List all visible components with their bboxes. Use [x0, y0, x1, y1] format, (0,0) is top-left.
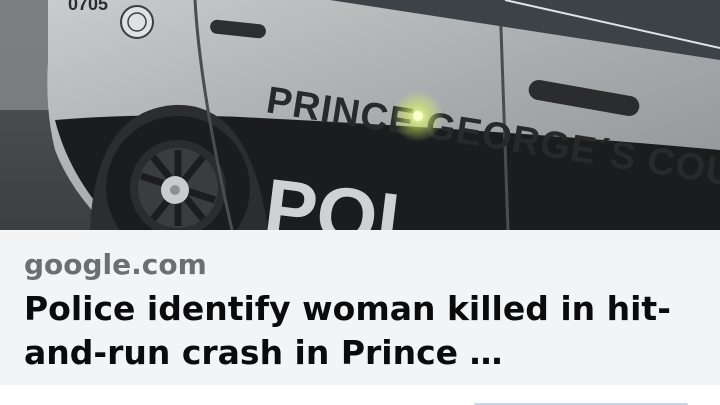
preview-image-police-car[interactable]: 0705 PRINCE GEORGE´S COUN POL	[0, 0, 720, 230]
link-preview-card[interactable]: 0705 PRINCE GEORGE´S COUN POL google.com…	[0, 0, 720, 405]
article-headline[interactable]: Police identify woman killed in hit-and-…	[24, 287, 704, 375]
unit-number-text: 0705	[68, 0, 108, 14]
source-domain: google.com	[24, 248, 207, 281]
badge-emblem	[120, 5, 154, 39]
preview-meta[interactable]: google.com Police identify woman killed …	[0, 230, 720, 385]
bottom-spacer	[0, 385, 720, 405]
